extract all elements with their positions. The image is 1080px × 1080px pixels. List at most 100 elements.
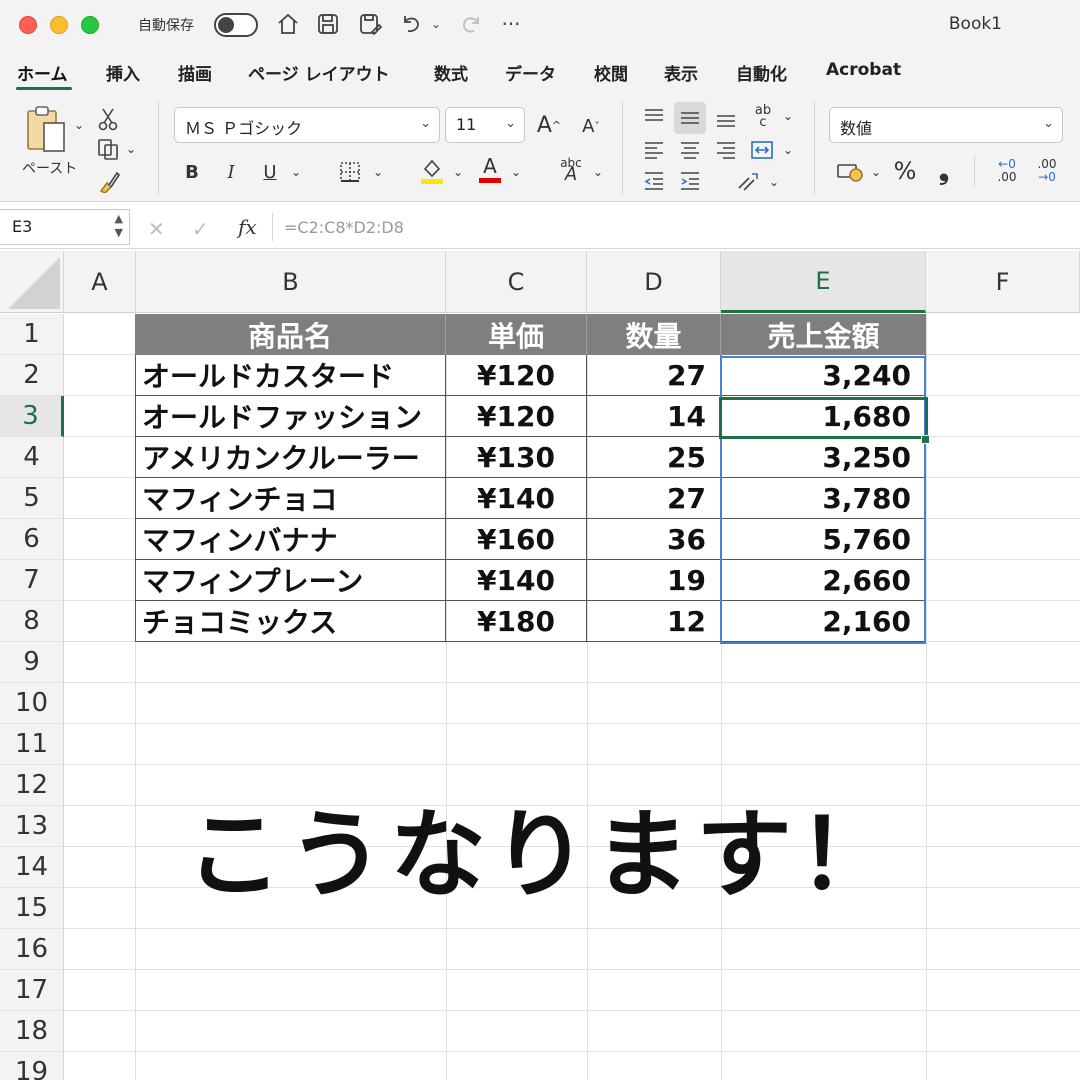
column-header-d[interactable]: D — [587, 251, 721, 313]
merge-center-icon[interactable] — [748, 136, 776, 164]
row-header-6[interactable]: 6 — [0, 519, 64, 560]
row-header-4[interactable]: 4 — [0, 437, 64, 478]
font-size-select[interactable]: 11 ⌄ — [445, 107, 525, 143]
cut-icon[interactable] — [96, 106, 120, 132]
number-format-select[interactable]: 数値 ⌄ — [829, 107, 1063, 143]
cell-quantity[interactable]: 19 — [587, 560, 721, 601]
tab-review[interactable]: 校閲 — [594, 60, 628, 85]
cell-product[interactable]: オールドファッション — [135, 396, 446, 437]
align-right-icon[interactable] — [712, 136, 740, 164]
confirm-entry-icon[interactable]: ✓ — [192, 217, 209, 241]
text-orientation-icon[interactable] — [734, 168, 762, 194]
font-color-options-icon[interactable]: ⌄ — [508, 164, 524, 180]
row-header-13[interactable]: 13 — [0, 806, 64, 847]
row-header-12[interactable]: 12 — [0, 765, 64, 806]
cell-price[interactable]: ¥120 — [446, 396, 587, 437]
column-header-b[interactable]: B — [136, 251, 446, 313]
column-header-a[interactable]: A — [64, 251, 136, 313]
tab-insert[interactable]: 挿入 — [106, 60, 140, 85]
cell-quantity[interactable]: 36 — [587, 519, 721, 560]
align-middle-icon[interactable] — [674, 102, 706, 134]
cell-product[interactable]: マフィンプレーン — [135, 560, 446, 601]
cell-product[interactable]: アメリカンクルーラー — [135, 437, 446, 478]
column-header-f[interactable]: F — [926, 251, 1080, 313]
comma-style-button[interactable]: ❟ — [932, 156, 956, 186]
percent-style-button[interactable]: % — [890, 156, 920, 186]
paste-options-icon[interactable]: ⌄ — [72, 118, 86, 132]
row-header-11[interactable]: 11 — [0, 724, 64, 765]
currency-options-icon[interactable]: ⌄ — [868, 164, 884, 180]
cell-quantity[interactable]: 14 — [587, 396, 721, 437]
decrease-decimal-button[interactable]: .00 →0 — [1030, 154, 1064, 188]
cell-product[interactable]: チョコミックス — [135, 601, 446, 642]
fill-color-icon[interactable] — [418, 156, 446, 186]
cell-sales[interactable]: 5,760 — [721, 519, 926, 560]
header-cell-quantity[interactable]: 数量 — [587, 314, 721, 355]
cell-product[interactable]: マフィンチョコ — [135, 478, 446, 519]
cell-quantity[interactable]: 27 — [587, 355, 721, 396]
cell-price[interactable]: ¥130 — [446, 437, 587, 478]
underline-options-icon[interactable]: ⌄ — [288, 164, 304, 180]
tab-automate[interactable]: 自動化 — [736, 60, 787, 85]
increase-font-size-button[interactable]: A ^ — [534, 110, 564, 140]
cell-sales[interactable]: 2,160 — [721, 601, 926, 642]
currency-format-icon[interactable] — [834, 158, 866, 186]
row-header-2[interactable]: 2 — [0, 355, 64, 396]
copy-options-icon[interactable]: ⌄ — [124, 142, 138, 156]
fill-color-options-icon[interactable]: ⌄ — [450, 164, 466, 180]
cell-price[interactable]: ¥120 — [446, 355, 587, 396]
row-header-14[interactable]: 14 — [0, 847, 64, 888]
row-header-1[interactable]: 1 — [0, 314, 64, 355]
merge-options-icon[interactable]: ⌄ — [780, 142, 796, 158]
align-left-icon[interactable] — [640, 136, 668, 164]
more-icon[interactable]: ··· — [498, 9, 524, 39]
row-header-8[interactable]: 8 — [0, 601, 64, 642]
text-orientation-options-icon[interactable]: ⌄ — [766, 174, 782, 190]
select-all-button[interactable] — [0, 251, 64, 313]
header-cell-sales[interactable]: 売上金額 — [721, 314, 926, 355]
align-bottom-icon[interactable] — [712, 104, 740, 132]
cell-product[interactable]: マフィンバナナ — [135, 519, 446, 560]
cell-sales[interactable]: 1,680 — [721, 396, 926, 437]
row-header-10[interactable]: 10 — [0, 683, 64, 724]
format-painter-icon[interactable] — [96, 168, 122, 194]
minimize-window-button[interactable] — [50, 16, 68, 34]
undo-dropdown-icon[interactable]: ⌄ — [428, 9, 444, 39]
cell-sales[interactable]: 3,250 — [721, 437, 926, 478]
increase-decimal-button[interactable]: ←0.00 — [990, 154, 1024, 188]
wrap-orientation-button[interactable]: ab c — [748, 102, 778, 132]
cell-quantity[interactable]: 25 — [587, 437, 721, 478]
tab-acrobat[interactable]: Acrobat — [826, 60, 901, 80]
tab-home[interactable]: ホーム — [17, 60, 68, 85]
save-icon[interactable] — [314, 9, 342, 39]
tab-draw[interactable]: 描画 — [178, 60, 212, 85]
cell-price[interactable]: ¥160 — [446, 519, 587, 560]
increase-indent-icon[interactable] — [676, 168, 704, 194]
row-header-18[interactable]: 18 — [0, 1011, 64, 1052]
home-icon[interactable] — [274, 9, 302, 39]
insert-function-button[interactable]: fx — [238, 215, 257, 239]
row-header-17[interactable]: 17 — [0, 970, 64, 1011]
worksheet-grid[interactable]: A B C D E F 1 2 3 4 5 6 7 8 9 10 11 12 13 14 15 16 17 18 1… — [0, 251, 1080, 1080]
autosave-toggle[interactable] — [214, 13, 258, 37]
cell-product[interactable]: オールドカスタード — [135, 355, 446, 396]
cell-sales[interactable]: 2,660 — [721, 560, 926, 601]
cell-sales[interactable]: 3,240 — [721, 355, 926, 396]
zoom-window-button[interactable] — [81, 16, 99, 34]
font-name-select[interactable]: ＭＳ Ｐゴシック ⌄ — [174, 107, 440, 143]
align-center-icon[interactable] — [676, 136, 704, 164]
cell-quantity[interactable]: 12 — [587, 601, 721, 642]
fill-handle[interactable] — [921, 435, 930, 444]
borders-options-icon[interactable]: ⌄ — [370, 164, 386, 180]
underline-button[interactable]: U — [258, 158, 282, 186]
row-header-5[interactable]: 5 — [0, 478, 64, 519]
cell-price[interactable]: ¥180 — [446, 601, 587, 642]
decrease-font-size-button[interactable]: Aˇ — [576, 112, 606, 140]
tab-page-layout[interactable]: ページ レイアウト — [248, 60, 390, 85]
font-color-button[interactable]: A — [476, 154, 504, 184]
paste-button[interactable] — [22, 104, 70, 156]
orientation-options-icon[interactable]: ⌄ — [780, 108, 796, 124]
name-box[interactable]: E3 ▲ ▼ — [0, 209, 130, 245]
copy-icon[interactable] — [94, 136, 122, 162]
cancel-entry-icon[interactable]: ✕ — [148, 217, 165, 241]
